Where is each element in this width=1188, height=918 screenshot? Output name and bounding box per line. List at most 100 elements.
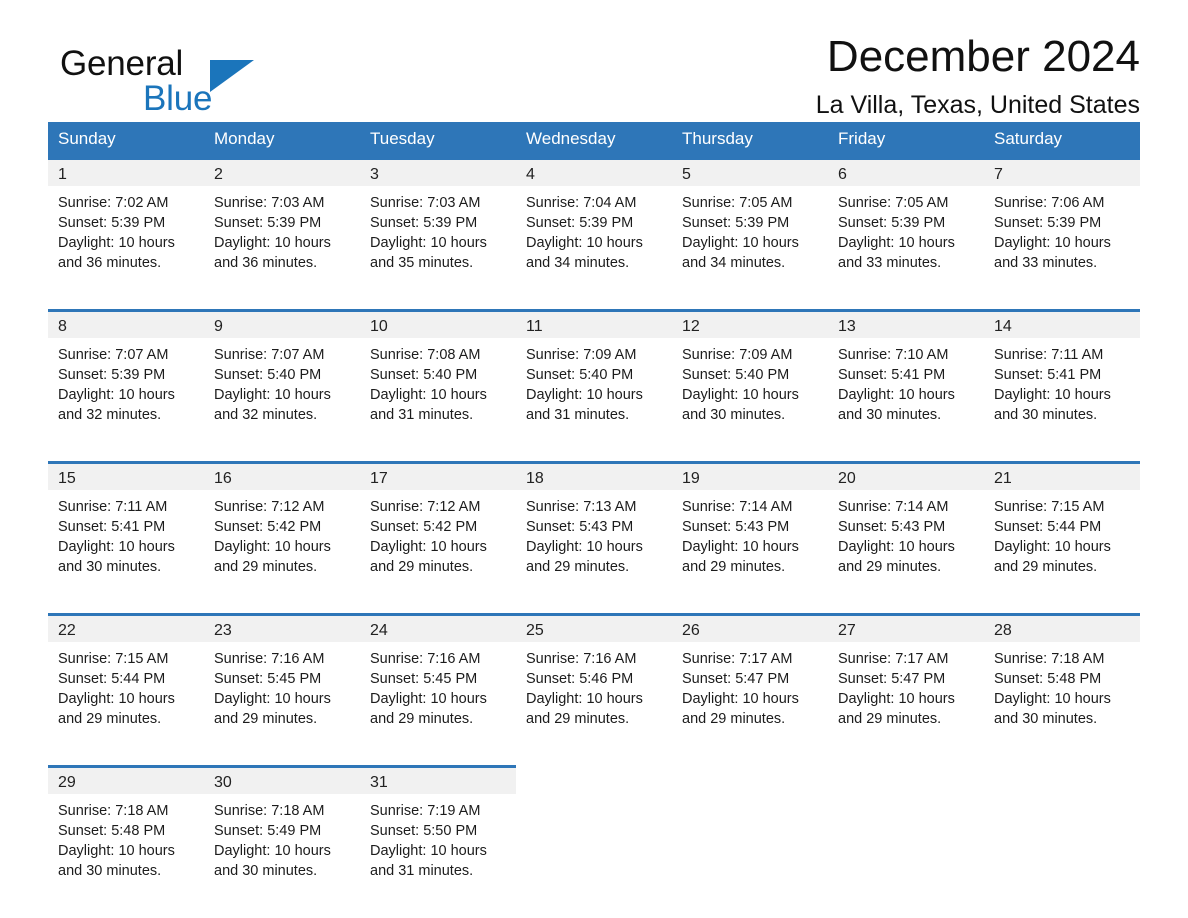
calendar-day[interactable]: 23 Sunrise: 7:16 AM Sunset: 5:45 PM Dayligh…: [204, 613, 360, 748]
calendar-day[interactable]: 24 Sunrise: 7:16 AM Sunset: 5:45 PM Dayligh…: [360, 613, 516, 748]
calendar-day[interactable]: 16 Sunrise: 7:12 AM Sunset: 5:42 PM Dayligh…: [204, 461, 360, 596]
day-details: Sunrise: 7:14 AM Sunset: 5:43 PM Daylight:…: [828, 490, 984, 577]
calendar-day[interactable]: 12 Sunrise: 7:09 AM Sunset: 5:40 PM Dayligh…: [672, 309, 828, 444]
day-number: 31: [360, 768, 516, 794]
calendar-day[interactable]: 10 Sunrise: 7:08 AM Sunset: 5:40 PM Dayligh…: [360, 309, 516, 444]
calendar-day[interactable]: 17 Sunrise: 7:12 AM Sunset: 5:42 PM Dayligh…: [360, 461, 516, 596]
day-details: Sunrise: 7:07 AM Sunset: 5:39 PM Daylight:…: [48, 338, 204, 425]
daylight-duration-line2: and 32 minutes.: [214, 407, 318, 423]
day-number: 15: [48, 464, 204, 490]
calendar-cell: 24 Sunrise: 7:16 AM Sunset: 5:45 PM Dayligh…: [360, 613, 516, 748]
calendar-day[interactable]: 13 Sunrise: 7:10 AM Sunset: 5:41 PM Dayligh…: [828, 309, 984, 444]
calendar-day[interactable]: 31 Sunrise: 7:19 AM Sunset: 5:50 PM Dayligh…: [360, 765, 516, 900]
daylight-duration-line1: Daylight: 10 hours: [370, 691, 487, 707]
daylight-duration-line2: and 35 minutes.: [370, 255, 474, 271]
day-details: Sunrise: 7:07 AM Sunset: 5:40 PM Daylight:…: [204, 338, 360, 425]
calendar-cell: 17 Sunrise: 7:12 AM Sunset: 5:42 PM Dayligh…: [360, 461, 516, 596]
calendar-day[interactable]: 19 Sunrise: 7:14 AM Sunset: 5:43 PM Dayligh…: [672, 461, 828, 596]
sunrise-time: Sunrise: 7:14 AM: [838, 499, 949, 515]
generalblue-logo[interactable]: General Blue: [60, 44, 320, 116]
sunset-time: Sunset: 5:48 PM: [994, 671, 1102, 687]
calendar-day[interactable]: 20 Sunrise: 7:14 AM Sunset: 5:43 PM Dayligh…: [828, 461, 984, 596]
calendar-day[interactable]: 18 Sunrise: 7:13 AM Sunset: 5:43 PM Dayligh…: [516, 461, 672, 596]
sunset-time: Sunset: 5:39 PM: [370, 215, 478, 231]
day-details: Sunrise: 7:17 AM Sunset: 5:47 PM Daylight:…: [828, 642, 984, 729]
calendar-day[interactable]: 28 Sunrise: 7:18 AM Sunset: 5:48 PM Dayligh…: [984, 613, 1140, 748]
calendar-day[interactable]: 21 Sunrise: 7:15 AM Sunset: 5:44 PM Dayligh…: [984, 461, 1140, 596]
daylight-duration-line1: Daylight: 10 hours: [214, 539, 331, 555]
week-spacer-cell: [48, 444, 1140, 461]
calendar-day[interactable]: 27 Sunrise: 7:17 AM Sunset: 5:47 PM Dayligh…: [828, 613, 984, 748]
day-details: Sunrise: 7:05 AM Sunset: 5:39 PM Daylight:…: [828, 186, 984, 273]
sunrise-time: Sunrise: 7:06 AM: [994, 195, 1105, 211]
day-number: 29: [48, 768, 204, 794]
calendar-day[interactable]: 9 Sunrise: 7:07 AM Sunset: 5:40 PM Daylight…: [204, 309, 360, 444]
calendar-day-empty: [828, 765, 984, 900]
day-number: 1: [48, 160, 204, 186]
daylight-duration-line1: Daylight: 10 hours: [370, 539, 487, 555]
daylight-duration-line2: and 29 minutes.: [370, 711, 474, 727]
weekday-header-friday: Friday: [828, 122, 984, 157]
sunrise-time: Sunrise: 7:04 AM: [526, 195, 637, 211]
daylight-duration-line2: and 29 minutes.: [370, 559, 474, 575]
calendar-day[interactable]: 29 Sunrise: 7:18 AM Sunset: 5:48 PM Dayligh…: [48, 765, 204, 900]
sunset-time: Sunset: 5:43 PM: [526, 519, 634, 535]
day-details: Sunrise: 7:16 AM Sunset: 5:46 PM Daylight:…: [516, 642, 672, 729]
calendar-cell: [516, 765, 672, 900]
day-number: 22: [48, 616, 204, 642]
sunrise-time: Sunrise: 7:17 AM: [838, 651, 949, 667]
day-number: [516, 768, 672, 794]
calendar-day[interactable]: 4 Sunrise: 7:04 AM Sunset: 5:39 PM Daylight…: [516, 157, 672, 292]
sunset-time: Sunset: 5:48 PM: [58, 823, 166, 839]
day-number: 2: [204, 160, 360, 186]
daylight-duration-line1: Daylight: 10 hours: [838, 539, 955, 555]
calendar-day[interactable]: 22 Sunrise: 7:15 AM Sunset: 5:44 PM Dayligh…: [48, 613, 204, 748]
day-number: 21: [984, 464, 1140, 490]
sunrise-time: Sunrise: 7:18 AM: [214, 803, 325, 819]
calendar-cell: 22 Sunrise: 7:15 AM Sunset: 5:44 PM Dayligh…: [48, 613, 204, 748]
calendar-day[interactable]: 25 Sunrise: 7:16 AM Sunset: 5:46 PM Dayligh…: [516, 613, 672, 748]
calendar-day[interactable]: 14 Sunrise: 7:11 AM Sunset: 5:41 PM Dayligh…: [984, 309, 1140, 444]
daylight-duration-line2: and 34 minutes.: [682, 255, 786, 271]
sunrise-time: Sunrise: 7:12 AM: [370, 499, 481, 515]
daylight-duration-line1: Daylight: 10 hours: [58, 843, 175, 859]
sunrise-time: Sunrise: 7:08 AM: [370, 347, 481, 363]
daylight-duration-line1: Daylight: 10 hours: [994, 539, 1111, 555]
daylight-duration-line2: and 30 minutes.: [838, 407, 942, 423]
calendar-cell: 25 Sunrise: 7:16 AM Sunset: 5:46 PM Dayligh…: [516, 613, 672, 748]
daylight-duration-line2: and 29 minutes.: [682, 559, 786, 575]
day-number: [984, 768, 1140, 794]
day-number: 9: [204, 312, 360, 338]
calendar-day[interactable]: 30 Sunrise: 7:18 AM Sunset: 5:49 PM Dayligh…: [204, 765, 360, 900]
calendar-cell: 28 Sunrise: 7:18 AM Sunset: 5:48 PM Dayligh…: [984, 613, 1140, 748]
daylight-duration-line2: and 36 minutes.: [214, 255, 318, 271]
sunrise-time: Sunrise: 7:19 AM: [370, 803, 481, 819]
calendar-cell: [672, 765, 828, 900]
calendar-cell: 15 Sunrise: 7:11 AM Sunset: 5:41 PM Dayligh…: [48, 461, 204, 596]
daylight-duration-line1: Daylight: 10 hours: [370, 843, 487, 859]
calendar-day[interactable]: 26 Sunrise: 7:17 AM Sunset: 5:47 PM Dayligh…: [672, 613, 828, 748]
calendar-day[interactable]: 7 Sunrise: 7:06 AM Sunset: 5:39 PM Daylight…: [984, 157, 1140, 292]
day-details: [516, 794, 672, 801]
calendar-day[interactable]: 1 Sunrise: 7:02 AM Sunset: 5:39 PM Daylight…: [48, 157, 204, 292]
sunrise-time: Sunrise: 7:16 AM: [370, 651, 481, 667]
calendar-cell: 4 Sunrise: 7:04 AM Sunset: 5:39 PM Daylight…: [516, 157, 672, 292]
week-spacer-cell: [48, 292, 1140, 309]
calendar-day[interactable]: 5 Sunrise: 7:05 AM Sunset: 5:39 PM Daylight…: [672, 157, 828, 292]
calendar-cell: 21 Sunrise: 7:15 AM Sunset: 5:44 PM Dayligh…: [984, 461, 1140, 596]
daylight-duration-line1: Daylight: 10 hours: [526, 539, 643, 555]
calendar-day-empty: [984, 765, 1140, 900]
sunset-time: Sunset: 5:41 PM: [838, 367, 946, 383]
calendar-day[interactable]: 6 Sunrise: 7:05 AM Sunset: 5:39 PM Daylight…: [828, 157, 984, 292]
calendar-day[interactable]: 2 Sunrise: 7:03 AM Sunset: 5:39 PM Daylight…: [204, 157, 360, 292]
calendar-day[interactable]: 8 Sunrise: 7:07 AM Sunset: 5:39 PM Daylight…: [48, 309, 204, 444]
calendar-day[interactable]: 11 Sunrise: 7:09 AM Sunset: 5:40 PM Dayligh…: [516, 309, 672, 444]
daylight-duration-line2: and 30 minutes.: [214, 863, 318, 879]
day-details: Sunrise: 7:17 AM Sunset: 5:47 PM Daylight:…: [672, 642, 828, 729]
brand-name-general: General: [60, 44, 184, 83]
calendar-day[interactable]: 15 Sunrise: 7:11 AM Sunset: 5:41 PM Dayligh…: [48, 461, 204, 596]
title-block: December 2024 La Villa, Texas, United St…: [816, 33, 1140, 118]
calendar-day[interactable]: 3 Sunrise: 7:03 AM Sunset: 5:39 PM Daylight…: [360, 157, 516, 292]
daylight-duration-line1: Daylight: 10 hours: [214, 387, 331, 403]
sunset-time: Sunset: 5:40 PM: [682, 367, 790, 383]
